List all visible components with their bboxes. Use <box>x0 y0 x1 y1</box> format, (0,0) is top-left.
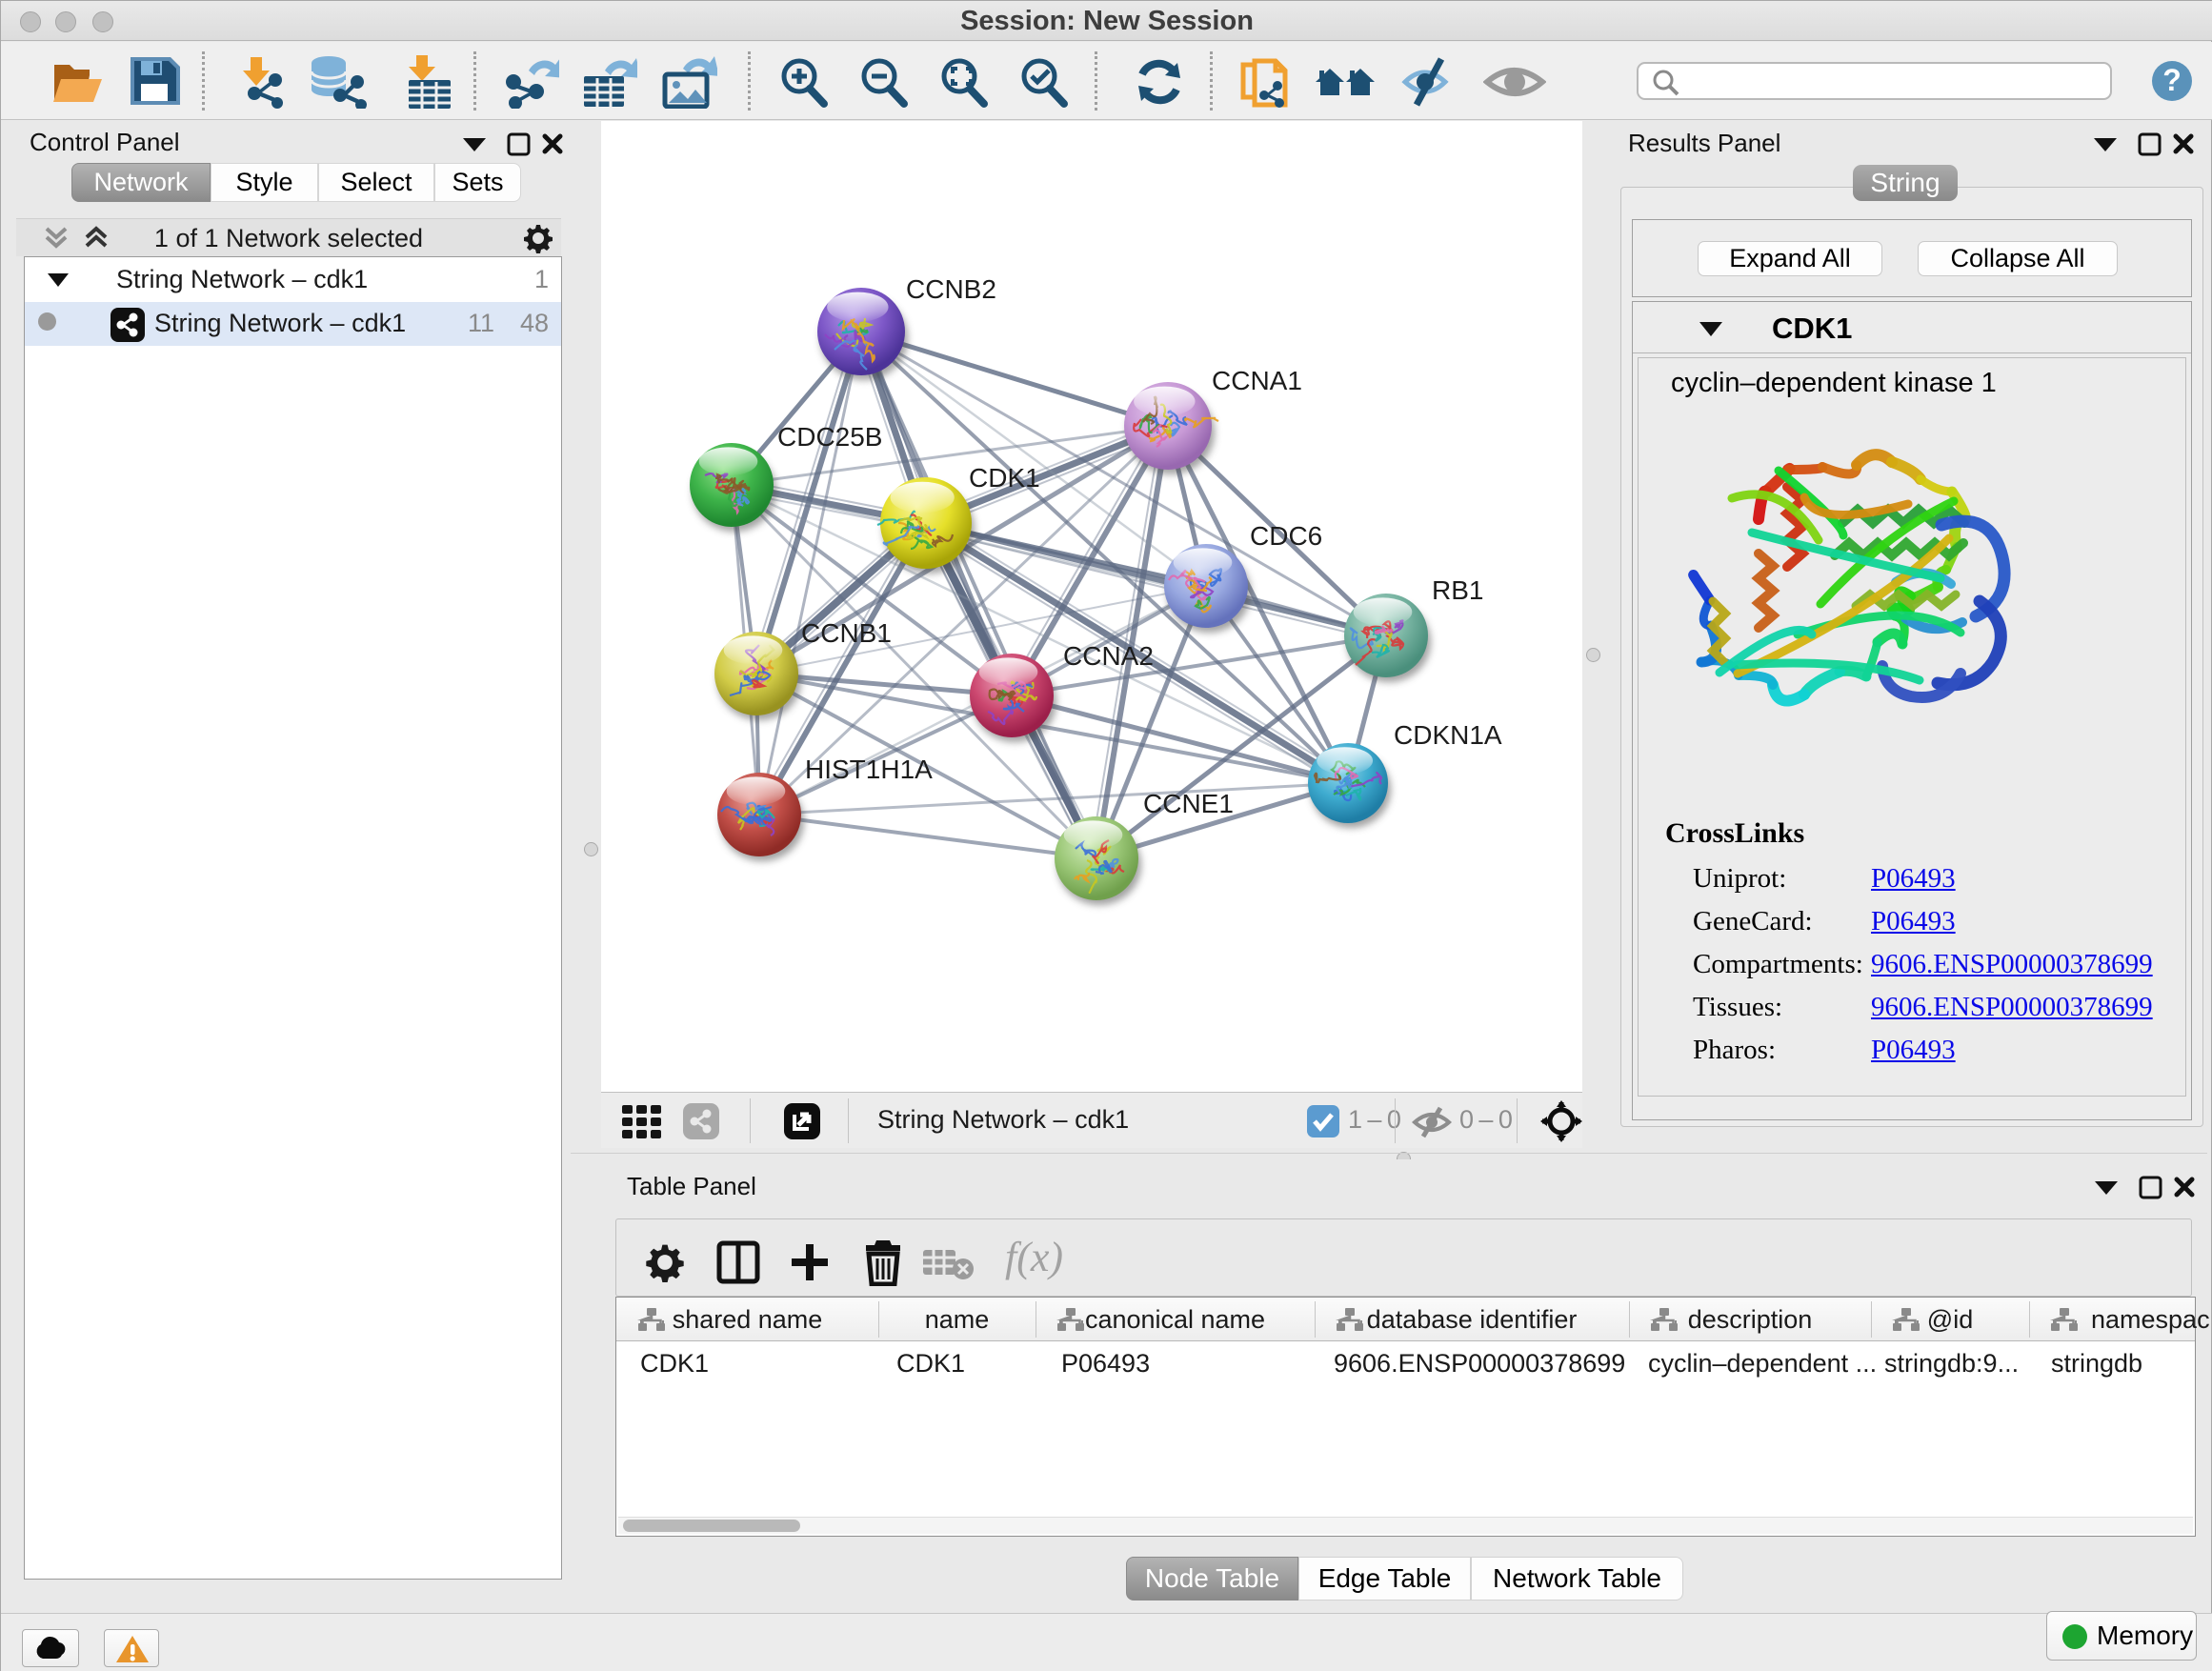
svg-text:CDKN1A: CDKN1A <box>1394 720 1502 750</box>
svg-text:CCNA2: CCNA2 <box>1063 641 1154 671</box>
svg-text:CCNA1: CCNA1 <box>1212 366 1302 395</box>
svg-text:HIST1H1A: HIST1H1A <box>805 755 933 784</box>
svg-text:CDC6: CDC6 <box>1250 521 1322 551</box>
svg-text:CCNB2: CCNB2 <box>906 274 996 304</box>
svg-text:CDK1: CDK1 <box>969 463 1040 493</box>
svg-text:RB1: RB1 <box>1432 575 1483 605</box>
svg-text:CCNB1: CCNB1 <box>801 618 892 648</box>
svg-text:CCNE1: CCNE1 <box>1143 789 1234 818</box>
svg-text:CDC25B: CDC25B <box>777 422 882 452</box>
svg-text:?: ? <box>2162 63 2182 97</box>
